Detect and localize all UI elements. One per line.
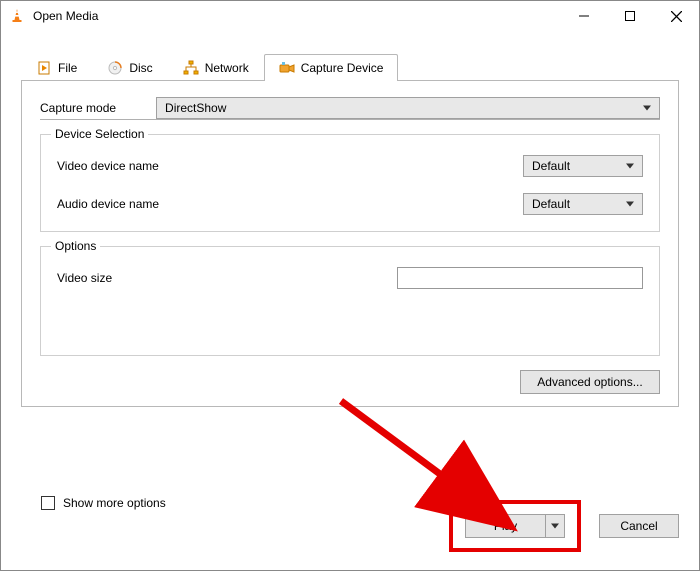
tab-capture-label: Capture Device <box>301 61 384 75</box>
window-title: Open Media <box>33 9 561 23</box>
audio-device-label: Audio device name <box>57 197 523 211</box>
disc-icon <box>107 60 123 76</box>
video-size-input[interactable] <box>397 267 643 289</box>
capture-icon <box>279 60 295 76</box>
capture-mode-value: DirectShow <box>165 101 226 115</box>
cancel-button[interactable]: Cancel <box>599 514 679 538</box>
vlc-cone-icon <box>9 8 25 24</box>
tab-capture-device[interactable]: Capture Device <box>264 54 399 81</box>
play-dropdown-button[interactable] <box>545 514 565 538</box>
file-icon <box>36 60 52 76</box>
options-group: Options Video size <box>40 246 660 356</box>
maximize-button[interactable] <box>607 1 653 31</box>
device-selection-group: Device Selection Video device name Defau… <box>40 134 660 232</box>
capture-panel: Capture mode DirectShow Device Selection… <box>21 81 679 407</box>
advanced-options-label: Advanced options... <box>537 375 642 389</box>
tab-network-label: Network <box>205 61 249 75</box>
video-device-select[interactable]: Default <box>523 155 643 177</box>
show-more-label: Show more options <box>63 496 166 510</box>
cancel-button-label: Cancel <box>620 519 657 533</box>
show-more-checkbox[interactable] <box>41 496 55 510</box>
options-title: Options <box>51 239 100 253</box>
tab-file-label: File <box>58 61 77 75</box>
capture-mode-select[interactable]: DirectShow <box>156 97 660 119</box>
audio-device-select[interactable]: Default <box>523 193 643 215</box>
tab-disc[interactable]: Disc <box>92 54 167 81</box>
play-button[interactable]: Play <box>465 514 545 538</box>
capture-mode-label: Capture mode <box>40 101 116 115</box>
device-selection-title: Device Selection <box>51 127 148 141</box>
minimize-button[interactable] <box>561 1 607 31</box>
audio-device-value: Default <box>532 197 570 211</box>
play-button-highlight: Play <box>449 500 581 552</box>
network-icon <box>183 60 199 76</box>
tab-file[interactable]: File <box>21 54 92 81</box>
tab-disc-label: Disc <box>129 61 152 75</box>
video-device-label: Video device name <box>57 159 523 173</box>
play-button-label: Play <box>494 519 517 533</box>
video-size-label: Video size <box>57 271 397 285</box>
tab-network[interactable]: Network <box>168 54 264 81</box>
close-button[interactable] <box>653 1 699 31</box>
advanced-options-button[interactable]: Advanced options... <box>520 370 660 394</box>
video-device-value: Default <box>532 159 570 173</box>
